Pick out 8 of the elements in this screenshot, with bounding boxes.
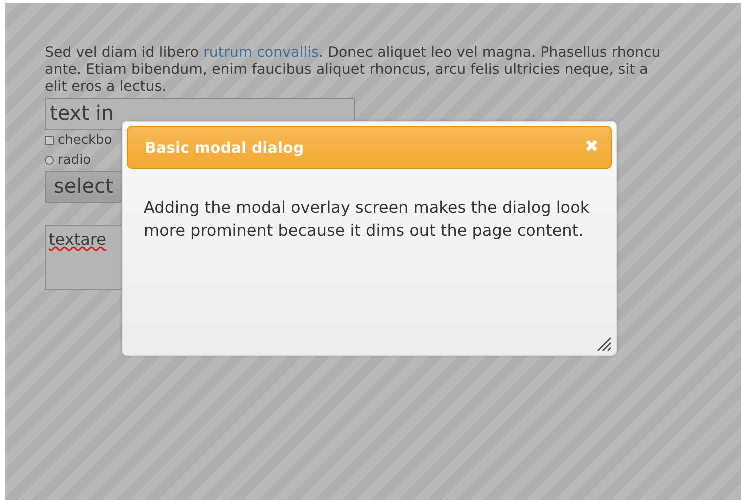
checkbox-label: checkbo	[58, 132, 112, 148]
radio-button[interactable]	[45, 156, 54, 164]
radio-label: radio	[58, 152, 92, 168]
dialog-title: Basic modal dialog	[145, 138, 304, 156]
paragraph-text: Sed vel diam id libero rutrum convallis. Donec aliquet leo vel magna. Phasellus rhoncu ante. Etiam bibendum, enim faucibus aliquet rhoncus, arcu felis ultricies neque, sit a elit eros a lectus.	[45, 45, 661, 96]
resize-grip-icon[interactable]	[596, 336, 612, 352]
checkbox[interactable]	[45, 136, 54, 144]
link[interactable]: rutrum convallis	[204, 45, 319, 61]
